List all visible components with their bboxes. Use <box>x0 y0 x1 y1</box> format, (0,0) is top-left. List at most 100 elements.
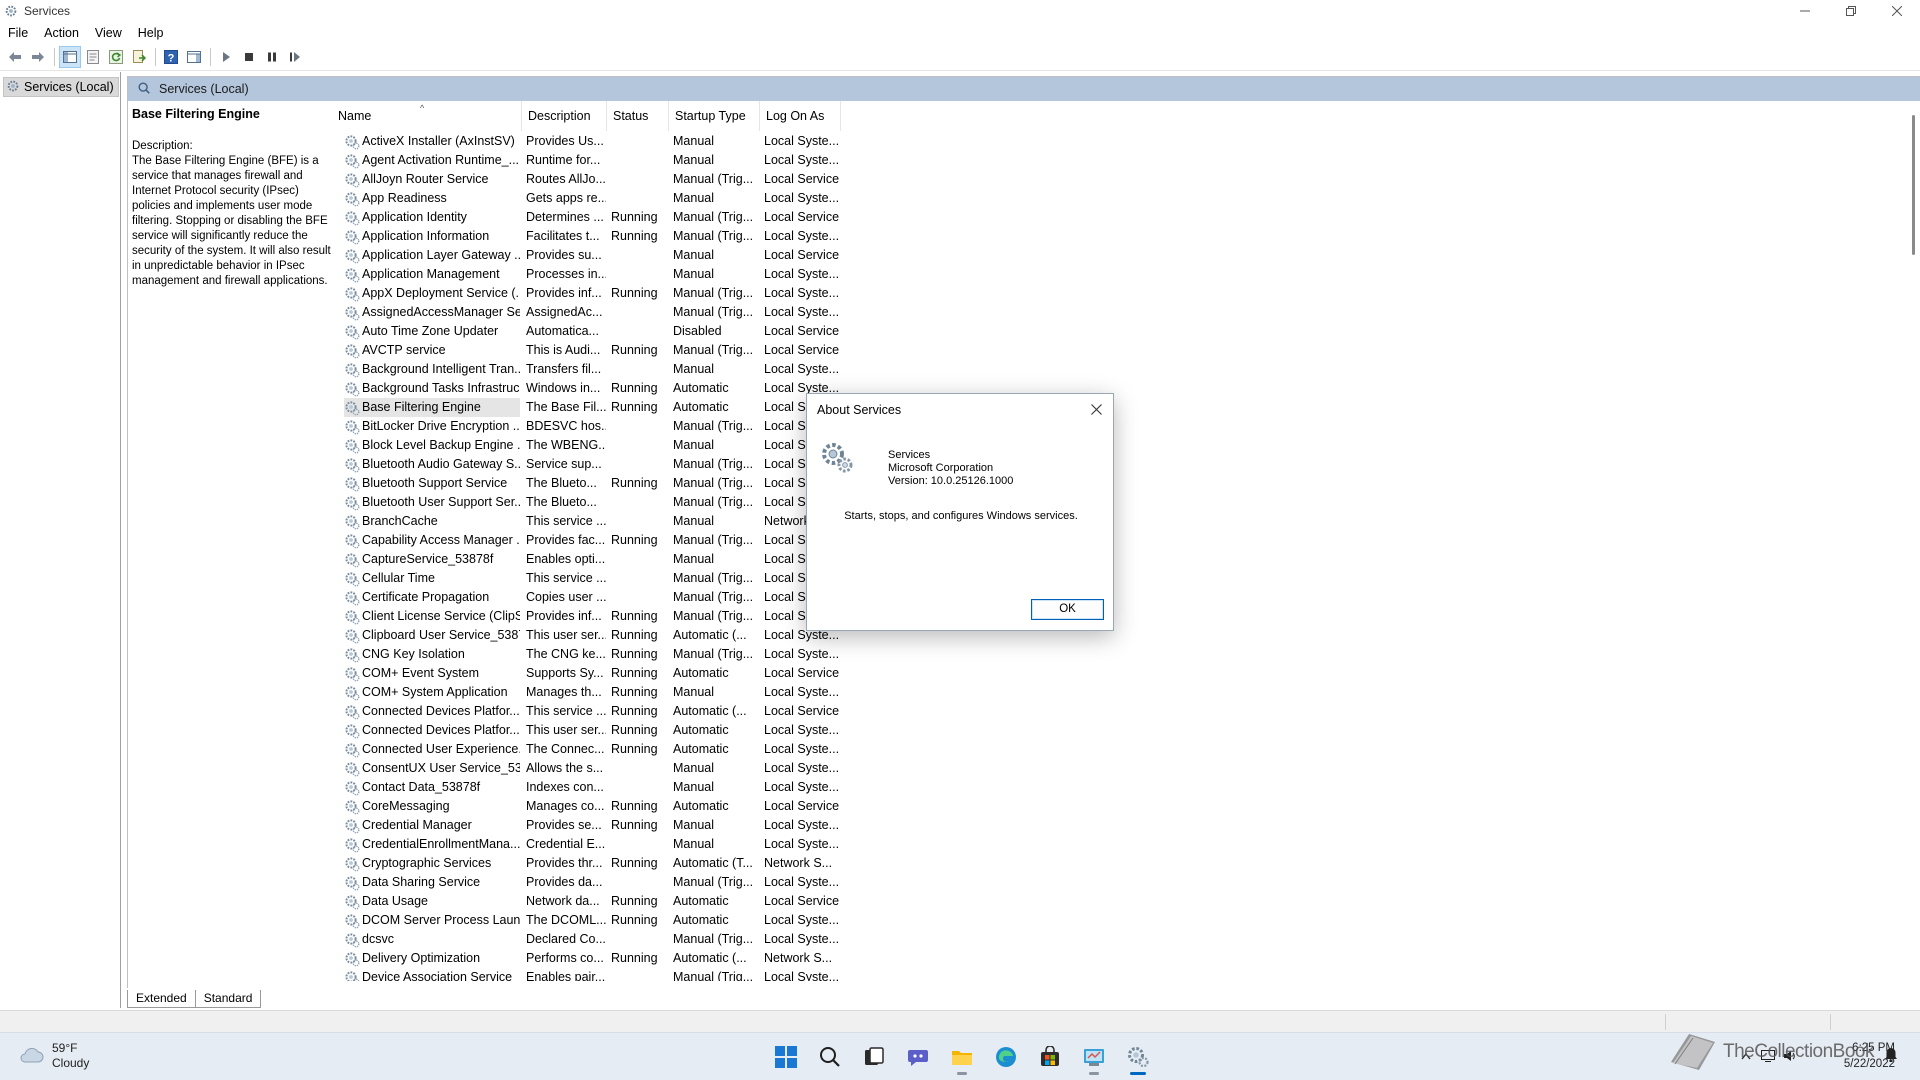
table-row[interactable]: Clipboard User Service_5387... This user … <box>332 626 1914 645</box>
table-row[interactable]: Background Tasks Infrastruc... Windows in… <box>332 379 1914 398</box>
service-name-cell[interactable]: Contact Data_53878f <box>344 778 520 797</box>
service-name-cell[interactable]: Data Sharing Service <box>344 873 520 892</box>
pause-service-icon[interactable] <box>261 46 283 68</box>
service-name-cell[interactable]: Clipboard User Service_5387... <box>344 626 520 645</box>
table-row[interactable]: Connected Devices Platfor... This service… <box>332 702 1914 721</box>
table-row[interactable]: Application Identity Determines ... Runnin… <box>332 208 1914 227</box>
service-name-cell[interactable]: Base Filtering Engine <box>344 398 520 417</box>
table-row[interactable]: Bluetooth User Support Ser... The Blueto.… <box>332 493 1914 512</box>
table-row[interactable]: Certificate Propagation Copies user ... Ma… <box>332 588 1914 607</box>
table-row[interactable]: Agent Activation Runtime_... Runtime for.… <box>332 151 1914 170</box>
back-icon[interactable] <box>4 46 26 68</box>
store-icon[interactable] <box>1028 1039 1072 1075</box>
service-name-cell[interactable]: Client License Service (ClipS... <box>344 607 520 626</box>
table-row[interactable]: Contact Data_53878f Indexes con... Manual L… <box>332 778 1914 797</box>
service-name-cell[interactable]: Bluetooth Support Service <box>344 474 520 493</box>
notification-bell-icon[interactable] <box>1884 1047 1898 1066</box>
table-row[interactable]: Application Layer Gateway ... Provides su… <box>332 246 1914 265</box>
table-row[interactable]: Application Management Processes in... Man… <box>332 265 1914 284</box>
table-row[interactable]: Client License Service (ClipS... Provides… <box>332 607 1914 626</box>
table-row[interactable]: Application Information Facilitates t... R… <box>332 227 1914 246</box>
table-row[interactable]: AppX Deployment Service (... Provides inf… <box>332 284 1914 303</box>
service-name-cell[interactable]: Bluetooth Audio Gateway S... <box>344 455 520 474</box>
search-icon[interactable] <box>808 1039 852 1075</box>
help-icon[interactable]: ? <box>160 46 182 68</box>
table-row[interactable]: Connected User Experience... The Connec..… <box>332 740 1914 759</box>
show-hide-action-pane-icon[interactable] <box>183 46 205 68</box>
service-name-cell[interactable]: Device Association Service <box>344 968 520 981</box>
service-name-cell[interactable]: Application Information <box>344 227 520 246</box>
table-row[interactable]: CaptureService_53878f Enables opti... Manu… <box>332 550 1914 569</box>
table-row[interactable]: dcsvc Declared Co... Manual (Trig... Local … <box>332 930 1914 949</box>
column-header-startup-type[interactable]: Startup Type <box>669 101 760 131</box>
column-header-description[interactable]: Description <box>522 101 607 131</box>
service-name-cell[interactable]: Data Usage <box>344 892 520 911</box>
close-button[interactable] <box>1874 0 1920 22</box>
properties-icon[interactable] <box>82 46 104 68</box>
table-row[interactable]: Background Intelligent Tran... Transfers … <box>332 360 1914 379</box>
ok-button[interactable]: OK <box>1031 599 1104 620</box>
menu-view[interactable]: View <box>87 22 130 44</box>
service-name-cell[interactable]: Certificate Propagation <box>344 588 520 607</box>
service-name-cell[interactable]: AllJoyn Router Service <box>344 170 520 189</box>
scrollbar-thumb[interactable] <box>1912 115 1915 255</box>
service-name-cell[interactable]: ConsentUX User Service_53... <box>344 759 520 778</box>
service-name-cell[interactable]: BranchCache <box>344 512 520 531</box>
service-name-cell[interactable]: dcsvc <box>344 930 520 949</box>
service-name-cell[interactable]: Block Level Backup Engine ... <box>344 436 520 455</box>
service-name-cell[interactable]: CaptureService_53878f <box>344 550 520 569</box>
table-row[interactable]: Data Usage Network da... Running Automatic L… <box>332 892 1914 911</box>
table-row[interactable]: Credential Manager Provides se... Running M… <box>332 816 1914 835</box>
export-list-icon[interactable] <box>128 46 150 68</box>
table-row[interactable]: AVCTP service This is Audi... Running Manua… <box>332 341 1914 360</box>
service-name-cell[interactable]: AppX Deployment Service (... <box>344 284 520 303</box>
service-name-cell[interactable]: DCOM Server Process Laun... <box>344 911 520 930</box>
table-row[interactable]: CoreMessaging Manages co... Running Automat… <box>332 797 1914 816</box>
table-row[interactable]: CNG Key Isolation The CNG ke... Running Man… <box>332 645 1914 664</box>
control-panel-icon[interactable] <box>1072 1039 1116 1075</box>
column-header-name[interactable]: Name ^ <box>332 101 522 131</box>
table-row[interactable]: Cellular Time This service ... Manual (Tri… <box>332 569 1914 588</box>
dialog-close-button[interactable] <box>1085 398 1107 420</box>
table-row[interactable]: DCOM Server Process Laun... The DCOML... R… <box>332 911 1914 930</box>
service-name-cell[interactable]: AssignedAccessManager Se... <box>344 303 520 322</box>
weather-widget[interactable]: 59°F Cloudy <box>18 1041 89 1071</box>
service-name-cell[interactable]: AVCTP service <box>344 341 520 360</box>
stop-service-icon[interactable] <box>238 46 260 68</box>
start-service-icon[interactable] <box>215 46 237 68</box>
edge-icon[interactable] <box>984 1039 1028 1075</box>
service-name-cell[interactable]: ActiveX Installer (AxInstSV) <box>344 132 520 151</box>
chat-icon[interactable] <box>896 1039 940 1075</box>
table-row[interactable]: Device Association Service Enables pair..… <box>332 968 1914 981</box>
forward-icon[interactable] <box>27 46 49 68</box>
service-name-cell[interactable]: COM+ Event System <box>344 664 520 683</box>
start-icon[interactable] <box>764 1039 808 1075</box>
minimize-button[interactable] <box>1782 0 1828 22</box>
table-row[interactable]: BitLocker Drive Encryption ... BDESVC hos… <box>332 417 1914 436</box>
service-name-cell[interactable]: Connected Devices Platfor... <box>344 721 520 740</box>
service-name-cell[interactable]: Capability Access Manager ... <box>344 531 520 550</box>
table-row[interactable]: AllJoyn Router Service Routes AllJo... Man… <box>332 170 1914 189</box>
menu-action[interactable]: Action <box>36 22 87 44</box>
tree-item-services-local[interactable]: Services (Local) <box>3 77 119 97</box>
table-row[interactable]: Connected Devices Platfor... This user se… <box>332 721 1914 740</box>
column-header-log-on-as[interactable]: Log On As <box>760 101 841 131</box>
service-name-cell[interactable]: Application Layer Gateway ... <box>344 246 520 265</box>
service-name-cell[interactable]: Cellular Time <box>344 569 520 588</box>
services-icon[interactable] <box>1116 1039 1160 1075</box>
service-name-cell[interactable]: Credential Manager <box>344 816 520 835</box>
table-row[interactable]: AssignedAccessManager Se... AssignedAc...… <box>332 303 1914 322</box>
service-name-cell[interactable]: Bluetooth User Support Ser... <box>344 493 520 512</box>
service-name-cell[interactable]: CNG Key Isolation <box>344 645 520 664</box>
table-row[interactable]: Cryptographic Services Provides thr... Run… <box>332 854 1914 873</box>
table-row[interactable]: Auto Time Zone Updater Automatica... Disab… <box>332 322 1914 341</box>
table-row[interactable]: ActiveX Installer (AxInstSV) Provides Us.… <box>332 132 1914 151</box>
table-row[interactable]: Bluetooth Support Service The Blueto... Ru… <box>332 474 1914 493</box>
service-name-cell[interactable]: CoreMessaging <box>344 797 520 816</box>
table-row[interactable]: Base Filtering Engine The Base Fil... Runn… <box>332 398 1914 417</box>
table-row[interactable]: ConsentUX User Service_53... Allows the s… <box>332 759 1914 778</box>
service-name-cell[interactable]: Agent Activation Runtime_... <box>344 151 520 170</box>
vertical-scrollbar[interactable] <box>1907 101 1920 981</box>
table-row[interactable]: COM+ Event System Supports Sy... Running Au… <box>332 664 1914 683</box>
table-row[interactable]: CredentialEnrollmentMana... Credential E.… <box>332 835 1914 854</box>
